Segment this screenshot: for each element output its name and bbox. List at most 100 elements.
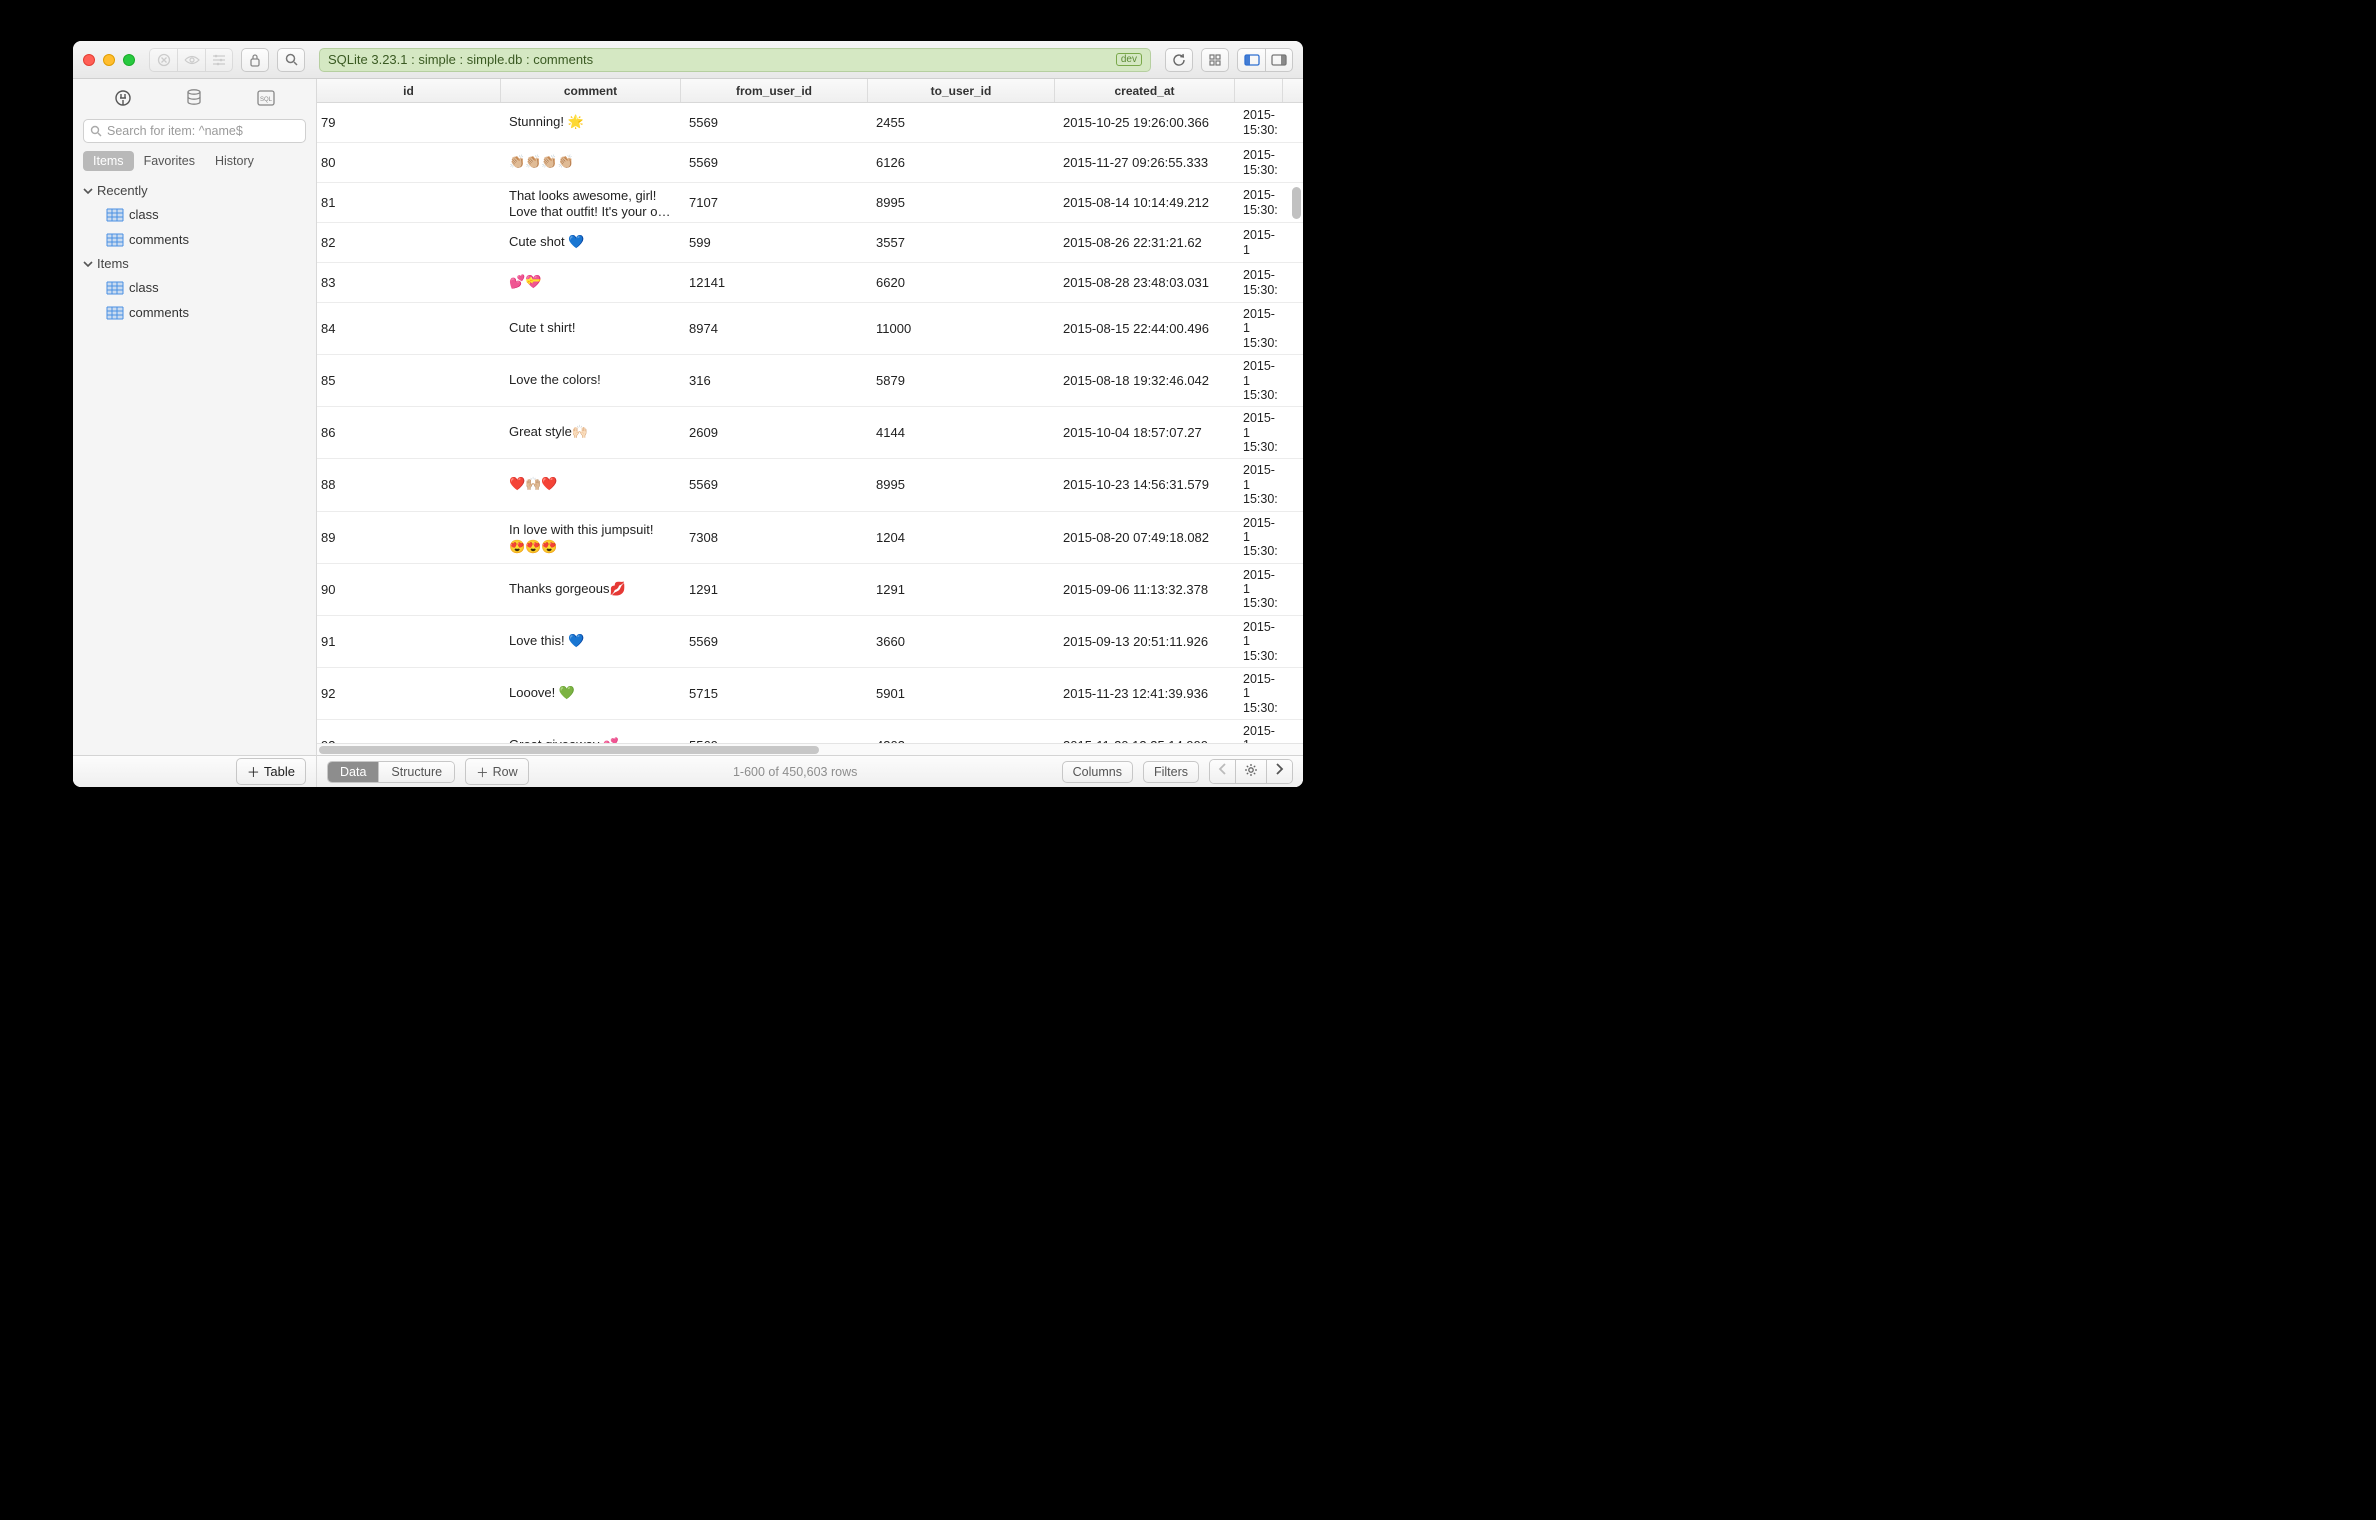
tree-item-label: class [129,280,159,295]
breadcrumb-text: SQLite 3.23.1 : simple : simple.db : com… [328,52,593,67]
cancel-icon[interactable] [149,48,177,72]
tab-history[interactable]: History [205,151,264,171]
cell-from-user: 8974 [681,317,868,340]
cell-created-at: 2015-10-04 18:57:07.27 [1055,421,1235,444]
cell-to-user: 5901 [868,682,1055,705]
table-row[interactable]: 86Great style🙌🏻260941442015-10-04 18:57:… [317,407,1303,459]
sidebar: SQL Search for item: ^name$ Items Favori… [73,79,317,787]
column-header-id[interactable]: id [317,79,501,102]
column-header-created-at[interactable]: created_at [1055,79,1235,102]
cell-extra: 2015-115:30: [1235,668,1283,719]
view-structure-button[interactable]: Structure [379,762,454,782]
left-panel-toggle[interactable] [1237,48,1265,72]
horizontal-scrollbar[interactable] [317,743,1303,755]
table-row[interactable]: 91Love this! 💙556936602015-09-13 20:51:1… [317,616,1303,668]
minimize-window-button[interactable] [103,54,115,66]
recent-item-class[interactable]: class [73,202,316,227]
add-table-label: Table [264,764,295,779]
cell-comment: In love with this jumpsuit! 😍😍😍 [501,518,681,556]
section-recently[interactable]: Recently [73,179,316,202]
column-header-to-user[interactable]: to_user_id [868,79,1055,102]
column-header-extra[interactable] [1235,79,1283,102]
eye-icon[interactable] [177,48,205,72]
tree-item-label: comments [129,305,189,320]
cell-created-at: 2015-10-23 14:56:31.579 [1055,473,1235,496]
cell-id: 80 [317,151,501,174]
cell-extra: 2015-1 [1235,224,1283,261]
cell-comment: Stunning! 🌟 [501,110,681,135]
cell-comment: ❤️🙌🏼❤️ [501,472,681,497]
cell-created-at: 2015-09-06 11:13:32.378 [1055,578,1235,601]
tab-items[interactable]: Items [83,151,134,171]
prev-page-button[interactable] [1210,760,1236,783]
tab-favorites[interactable]: Favorites [134,151,205,171]
cell-extra: 2015-115:30: [1235,720,1283,743]
vertical-scrollbar[interactable] [1289,79,1303,787]
grid-icon[interactable] [1201,48,1229,72]
item-comments[interactable]: comments [73,300,316,325]
hscroll-thumb[interactable] [319,746,819,754]
refresh-icon[interactable] [1165,48,1193,72]
table-row[interactable]: 85Love the colors!31658792015-08-18 19:3… [317,355,1303,407]
table-row[interactable]: 93Great giveaway 💕556943032015-11-20 13:… [317,720,1303,743]
cell-to-user: 4303 [868,734,1055,743]
cell-from-user: 2609 [681,421,868,444]
table-row[interactable]: 83💕💝1214166202015-08-28 23:48:03.0312015… [317,263,1303,303]
columns-button[interactable]: Columns [1062,761,1133,783]
vscroll-thumb[interactable] [1292,187,1301,219]
cell-comment: That looks awesome, girl! Love that outf… [501,184,681,222]
table-row[interactable]: 79Stunning! 🌟556924552015-10-25 19:26:00… [317,103,1303,143]
cell-comment: Looove! 💚 [501,681,681,706]
sidebar-search[interactable]: Search for item: ^name$ [83,119,306,143]
recent-item-comments[interactable]: comments [73,227,316,252]
page-settings-button[interactable] [1236,760,1267,783]
view-data-button[interactable]: Data [328,762,379,782]
search-icon[interactable] [277,48,305,72]
add-row-label: Row [493,765,518,779]
cell-extra: 2015-115:30: [1235,355,1283,406]
column-header-comment[interactable]: comment [501,79,681,102]
breadcrumb[interactable]: SQLite 3.23.1 : simple : simple.db : com… [319,48,1151,72]
sidebar-tree: Recently class comments Items class [73,177,316,327]
cell-extra: 2015-15:30: [1235,144,1283,181]
sql-icon[interactable]: SQL [255,87,277,109]
cell-extra: 2015-115:30: [1235,459,1283,510]
item-class[interactable]: class [73,275,316,300]
titlebar: SQLite 3.23.1 : simple : simple.db : com… [73,41,1303,79]
section-items[interactable]: Items [73,252,316,275]
lock-icon[interactable] [241,48,269,72]
filters-button[interactable]: Filters [1143,761,1199,783]
close-window-button[interactable] [83,54,95,66]
table-row[interactable]: 89In love with this jumpsuit! 😍😍😍7308120… [317,512,1303,564]
database-icon[interactable] [183,87,205,109]
maximize-window-button[interactable] [123,54,135,66]
cell-id: 83 [317,271,501,294]
table-row[interactable]: 81That looks awesome, girl! Love that ou… [317,183,1303,223]
cell-created-at: 2015-08-26 22:31:21.62 [1055,231,1235,254]
column-header-from-user[interactable]: from_user_id [681,79,868,102]
plug-icon[interactable] [112,87,134,109]
cell-to-user: 6126 [868,151,1055,174]
list-settings-icon[interactable] [205,48,233,72]
cell-id: 81 [317,191,501,214]
cell-from-user: 316 [681,369,868,392]
cell-id: 85 [317,369,501,392]
table-row[interactable]: 84Cute t shirt!8974110002015-08-15 22:44… [317,303,1303,355]
cell-to-user: 4144 [868,421,1055,444]
cell-created-at: 2015-09-13 20:51:11.926 [1055,630,1235,653]
cell-to-user: 2455 [868,111,1055,134]
table-icon [107,234,123,246]
search-placeholder: Search for item: ^name$ [107,124,243,138]
table-row[interactable]: 80👏🏼👏🏼👏🏼👏🏼556961262015-11-27 09:26:55.33… [317,143,1303,183]
table-body[interactable]: 79Stunning! 🌟556924552015-10-25 19:26:00… [317,103,1303,743]
right-panel-toggle[interactable] [1265,48,1293,72]
sidebar-footer: ＋ Table [73,755,316,787]
cell-to-user: 1291 [868,578,1055,601]
add-row-button[interactable]: ＋ Row [465,758,529,785]
cell-id: 89 [317,526,501,549]
table-row[interactable]: 92Looove! 💚571559012015-11-23 12:41:39.9… [317,668,1303,720]
table-row[interactable]: 90Thanks gorgeous💋129112912015-09-06 11:… [317,564,1303,616]
add-table-button[interactable]: ＋ Table [236,758,306,785]
table-row[interactable]: 88❤️🙌🏼❤️556989952015-10-23 14:56:31.5792… [317,459,1303,511]
table-row[interactable]: 82Cute shot 💙59935572015-08-26 22:31:21.… [317,223,1303,263]
